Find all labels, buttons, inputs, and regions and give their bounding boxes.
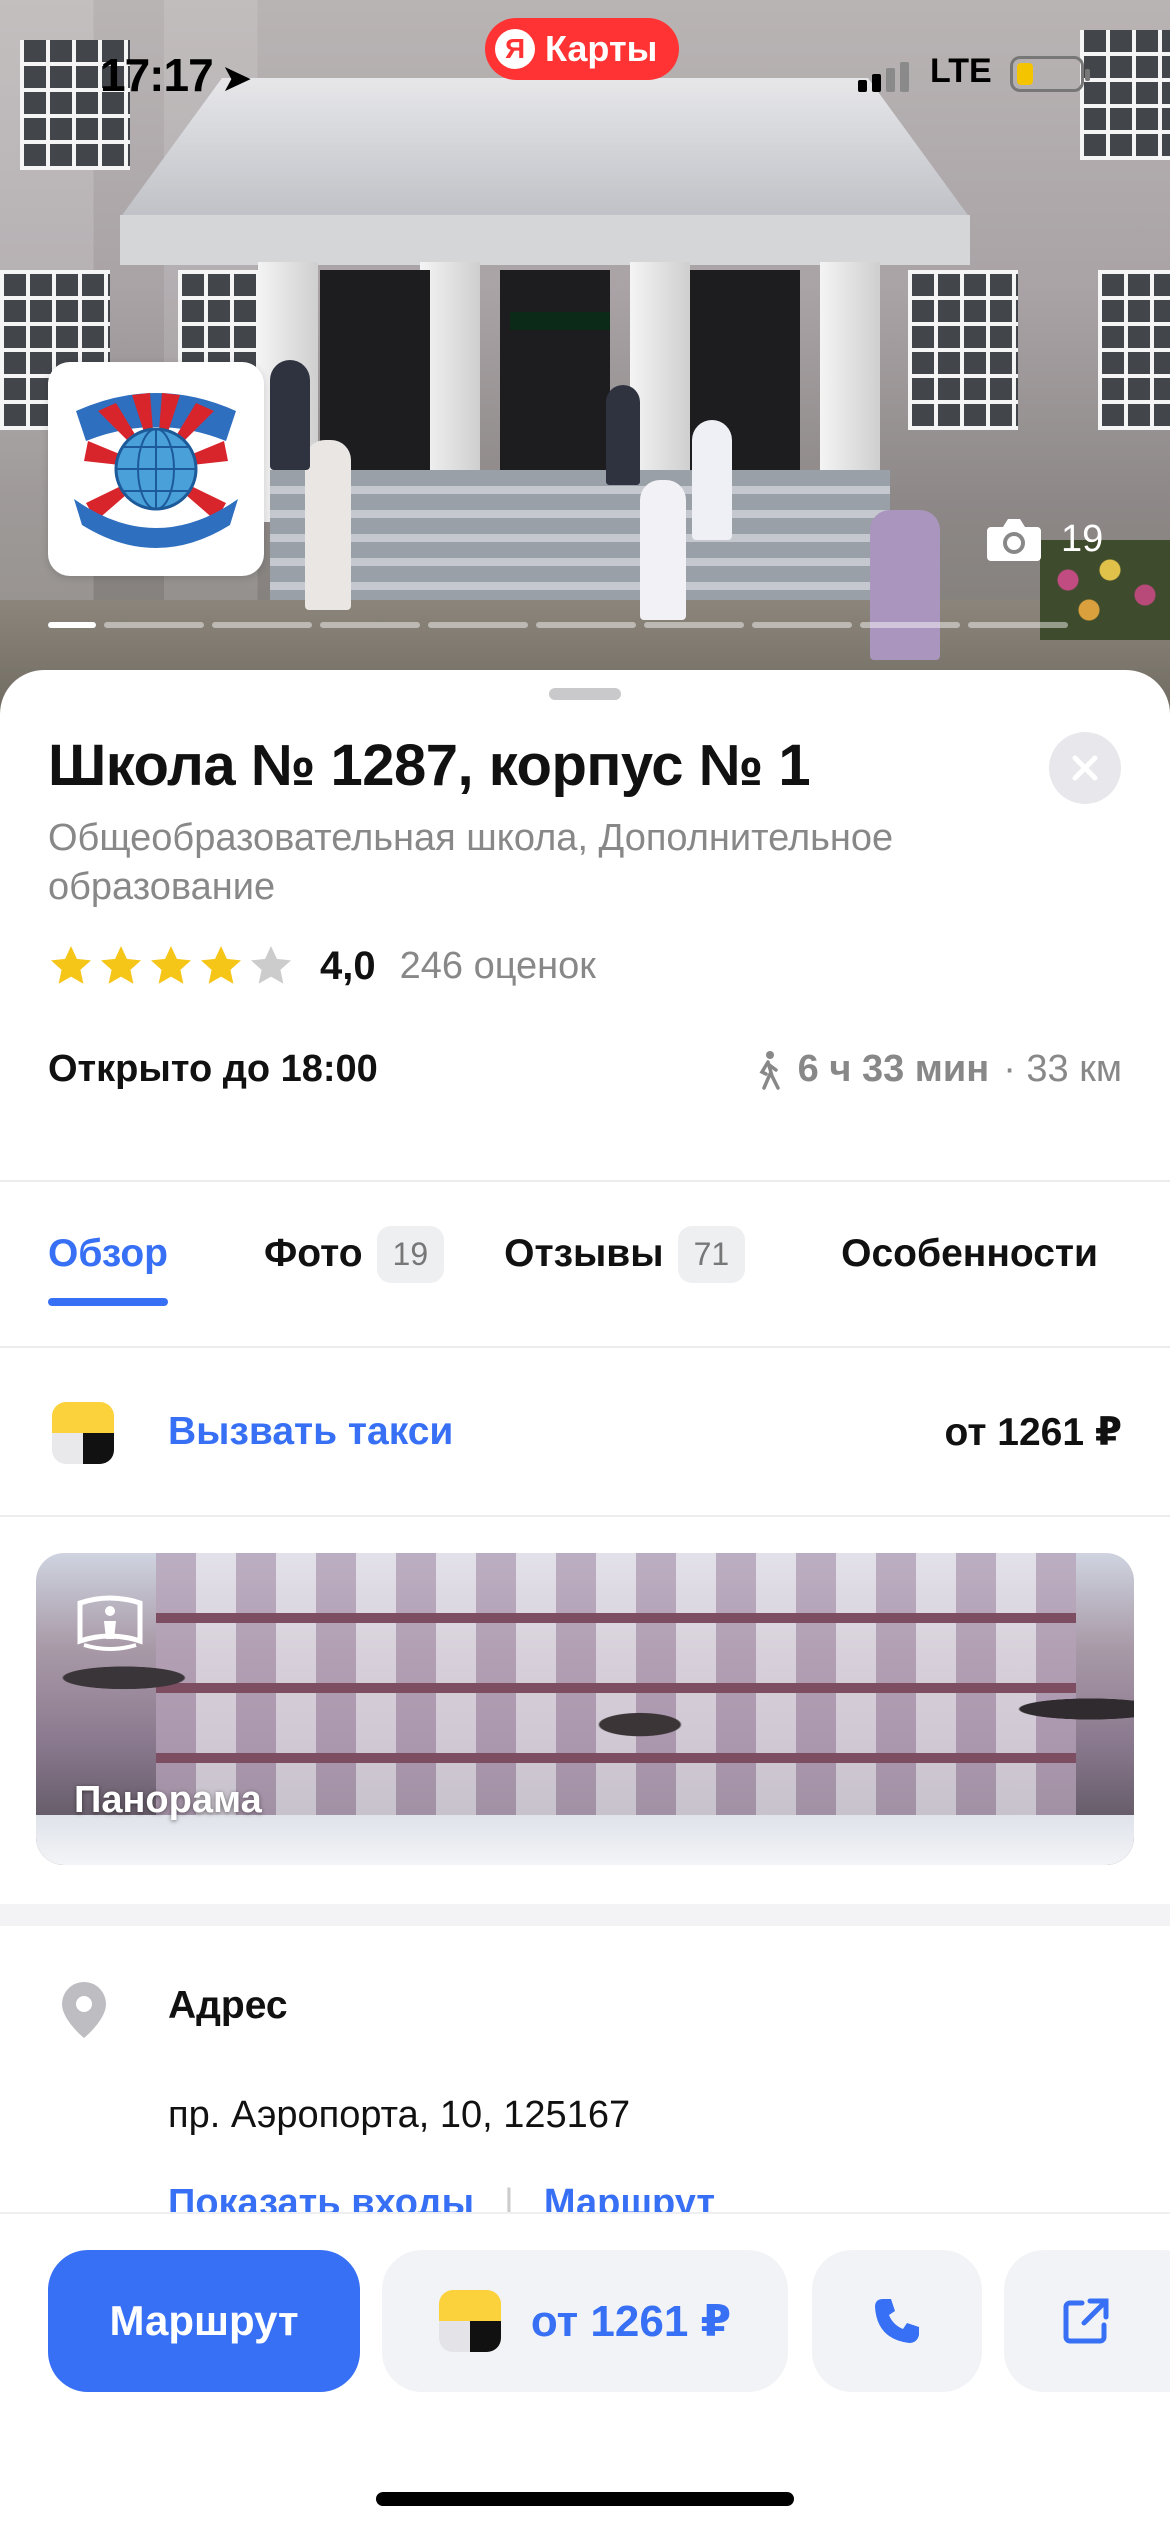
rating-stars	[48, 943, 294, 989]
star-icon	[51, 946, 91, 984]
door	[500, 270, 610, 500]
address-title: Адрес	[168, 1984, 288, 2027]
tab-label: Фото	[263, 1232, 363, 1275]
share-icon	[1063, 2298, 1109, 2344]
map-pin-icon	[62, 1982, 106, 2038]
maps-app-badge[interactable]: Я Карты	[485, 18, 680, 80]
tab-reviews[interactable]: Отзывы 71	[504, 1202, 746, 1306]
window	[908, 270, 1018, 430]
rating-row[interactable]: 4,0 246 оценок	[48, 943, 596, 989]
panorama-card[interactable]: Панорама	[36, 1553, 1134, 1865]
signal-icon	[858, 62, 909, 92]
open-hours[interactable]: Открыто до 18:00	[48, 1048, 378, 1091]
divider	[0, 1346, 1170, 1348]
school-emblem-icon	[74, 393, 238, 548]
divider	[0, 1515, 1170, 1517]
rating-count: 246 оценок	[399, 944, 596, 987]
taxi-button-price: от 1261 ₽	[530, 2296, 732, 2346]
tab-features[interactable]: Особенности	[841, 1202, 1098, 1306]
photo-pager	[48, 622, 1068, 628]
person	[305, 440, 351, 610]
link-separator: |	[504, 2182, 514, 2212]
travel-time: 6 ч 33 мин	[797, 1048, 990, 1090]
person	[870, 510, 940, 660]
travel-distance: · 33 км	[1003, 1048, 1122, 1090]
rating-value: 4,0	[320, 943, 376, 988]
door-sign	[510, 312, 610, 330]
phone-icon	[875, 2299, 919, 2343]
tab-count-badge: 71	[677, 1225, 746, 1283]
share-button[interactable]	[1004, 2250, 1170, 2392]
taxi-button[interactable]: от 1261 ₽	[382, 2250, 788, 2392]
show-entrances-link[interactable]: Показать входы	[168, 2182, 474, 2212]
window	[1080, 30, 1170, 160]
star-icon	[201, 946, 241, 984]
yandex-logo-icon: Я	[495, 29, 535, 69]
network-type: LTE	[930, 52, 992, 90]
tab-label: Особенности	[841, 1232, 1098, 1275]
star-icon	[101, 946, 141, 984]
star-icon	[151, 946, 191, 984]
divider	[0, 1180, 1170, 1182]
bottom-action-bar: Маршрут от 1261 ₽	[0, 2212, 1170, 2532]
photo-count-label: 19	[1061, 517, 1104, 560]
taxi-price: от 1261 ₽	[944, 1411, 1122, 1454]
person	[270, 360, 310, 470]
place-title: Школа № 1287, корпус № 1	[48, 733, 811, 798]
taxi-row[interactable]: Вызвать такси от 1261 ₽	[0, 1352, 1170, 1512]
person	[692, 420, 732, 540]
tab-bar: Обзор Фото 19 Отзывы 71 Особенности	[48, 1202, 1098, 1306]
address-links: Показать входы | Маршрут	[168, 2182, 715, 2212]
tab-count-badge: 19	[376, 1225, 445, 1283]
address-route-link[interactable]: Маршрут	[544, 2182, 715, 2212]
tab-label: Обзор	[48, 1232, 168, 1275]
route-button-label: Маршрут	[109, 2297, 299, 2344]
maps-app-label: Карты	[545, 28, 658, 69]
status-time-text: 17:17	[100, 49, 214, 101]
home-indicator	[376, 2492, 794, 2506]
panorama-snow	[36, 1815, 1134, 1865]
taxi-label: Вызвать такси	[168, 1410, 454, 1453]
person	[606, 385, 640, 485]
walk-icon	[759, 1050, 780, 1090]
tab-photos[interactable]: Фото 19	[263, 1202, 445, 1306]
call-button[interactable]	[812, 2250, 982, 2392]
star-icon	[251, 946, 291, 984]
tab-label: Отзывы	[504, 1232, 664, 1275]
taxi-icon	[52, 1402, 114, 1464]
route-button[interactable]: Маршрут	[48, 2250, 360, 2392]
close-button[interactable]	[1049, 732, 1121, 804]
taxi-icon	[438, 2290, 501, 2352]
battery-icon	[1010, 56, 1090, 92]
travel-info[interactable]: 6 ч 33 мин · 33 км	[752, 1048, 1122, 1091]
sheet-grabber[interactable]	[549, 688, 621, 700]
panorama-label: Панорама	[74, 1779, 262, 1821]
person	[640, 480, 686, 620]
window	[1098, 270, 1170, 430]
status-time: 17:17 ➤	[100, 48, 252, 102]
camera-icon	[987, 519, 1041, 561]
tab-overview[interactable]: Обзор	[48, 1202, 168, 1306]
place-logo[interactable]	[48, 362, 264, 576]
canopy-edge	[120, 215, 970, 265]
close-icon	[1072, 755, 1098, 781]
place-photo[interactable]: 17:17 ➤ Я Карты LTE 19	[0, 0, 1170, 720]
location-arrow-icon: ➤	[220, 58, 253, 100]
address-value[interactable]: пр. Аэропорта, 10, 125167	[168, 2094, 630, 2137]
section-divider	[0, 1904, 1170, 1926]
photo-count[interactable]: 19	[985, 515, 1103, 563]
panorama-icon	[77, 1595, 143, 1651]
place-category: Общеобразовательная школа, Дополнительно…	[48, 817, 894, 908]
